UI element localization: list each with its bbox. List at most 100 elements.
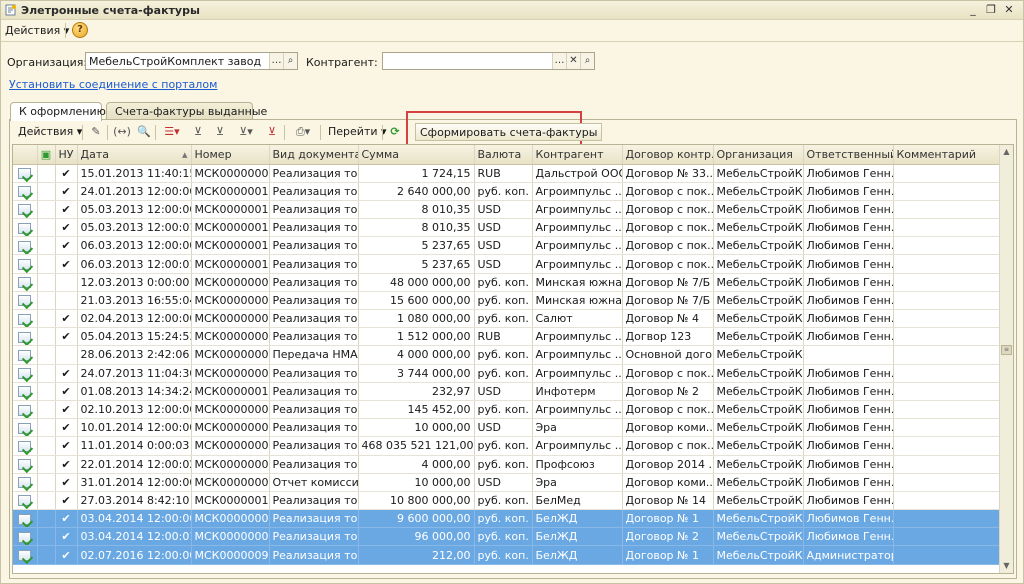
edo-cell xyxy=(37,291,56,311)
column-header-nu[interactable]: НУ xyxy=(55,145,78,165)
table-row[interactable]: 21.03.2013 16:55:04 МСК00000005 Реализация… xyxy=(13,291,1013,311)
minimize-button[interactable]: _ xyxy=(965,3,981,17)
date-cell: 24.07.2013 11:04:30 xyxy=(77,364,192,383)
select-ellipsis-button[interactable]: … xyxy=(552,53,566,69)
column-header-contract[interactable]: Договор контр... xyxy=(622,145,714,165)
table-row[interactable]: ✔ 27.03.2014 8:42:10 МСК00000015 Реализация… xyxy=(13,491,1013,511)
comment-cell xyxy=(893,382,1013,401)
goto-menu[interactable]: Перейти ▾ xyxy=(328,123,387,141)
column-header-number[interactable]: Номер xyxy=(191,145,270,165)
nu-cell: ✔ xyxy=(55,327,78,347)
help-icon[interactable]: ? xyxy=(72,22,88,38)
number-cell: МСК00000004 xyxy=(191,345,270,365)
filter-by-value-icon[interactable]: ⊻ xyxy=(212,124,228,140)
column-header-status[interactable] xyxy=(13,145,38,165)
number-cell: МСК00000002 xyxy=(191,455,270,474)
column-header-contractor[interactable]: Контрагент xyxy=(532,145,623,165)
generate-invoices-button[interactable]: Сформировать счета-фактуры xyxy=(415,123,603,141)
table-row[interactable]: ✔ 02.07.2016 12:00:00 МСК00000090 Реализаци… xyxy=(13,545,1013,565)
comment-cell xyxy=(893,455,1013,474)
table-row[interactable]: ✔ 06.03.2013 12:00:00 МСК00000011 Реализаци… xyxy=(13,236,1013,256)
table-row[interactable]: ✔ 22.01.2014 12:00:02 МСК00000002 Реализаци… xyxy=(13,455,1013,474)
table-row[interactable]: ✔ 11.01.2014 0:00:03 МСК00000004 Реализация… xyxy=(13,436,1013,456)
scroll-down-icon[interactable]: ▼ xyxy=(1000,559,1013,573)
table-row[interactable]: ✔ 05.04.2013 15:24:53 МСК00000006 Реализаци… xyxy=(13,327,1013,347)
tab-issued-invoices[interactable]: Счета-фактуры выданные xyxy=(106,102,267,120)
table-row[interactable]: ✔ 24.07.2013 11:04:30 МСК00000007 Реализаци… xyxy=(13,364,1013,383)
toggle-mode-icon[interactable]: (↔) xyxy=(111,124,133,140)
column-header-edo[interactable]: ▣ xyxy=(37,145,56,165)
column-header-currency[interactable]: Валюта xyxy=(474,145,533,165)
table-row[interactable]: ✔ 15.01.2013 11:40:15 МСК00000003 Реализаци… xyxy=(13,164,1013,183)
organization-label: Организация: xyxy=(7,56,88,69)
clear-filter-icon[interactable]: ⊻ xyxy=(264,124,280,140)
column-header-date[interactable]: Дата ▴ xyxy=(77,145,192,165)
print-icon[interactable]: ⎙▾ xyxy=(290,124,316,140)
status-cell xyxy=(13,182,38,201)
scroll-up-icon[interactable]: ▲ xyxy=(1000,145,1013,159)
organization-field[interactable]: МебельСтройКомплект завод … ⌕ xyxy=(85,52,298,70)
organization-cell: МебельСтройК... xyxy=(713,491,804,511)
sum-cell: 2 640 000,00 xyxy=(358,182,475,201)
table-row[interactable]: ✔ 06.03.2013 12:00:01 МСК00000013 Реализаци… xyxy=(13,254,1013,274)
search-icon[interactable]: ⌕ xyxy=(580,53,594,69)
scroll-thumb[interactable]: ≡ xyxy=(1001,345,1012,355)
contract-cell: Договор 2014 ... xyxy=(622,455,714,474)
document-type-cell: Реализация то... xyxy=(269,400,359,420)
tab-to-process[interactable]: К оформлению xyxy=(10,102,106,121)
column-header-comment[interactable]: Комментарий xyxy=(893,145,1013,165)
sum-cell: 5 237,65 xyxy=(358,254,475,274)
vertical-scrollbar[interactable]: ▲ ≡ ▼ xyxy=(999,145,1013,573)
currency-cell: RUB xyxy=(474,164,533,183)
edo-cell xyxy=(37,273,56,292)
table-row[interactable]: ✔ 02.04.2013 12:00:00 МСК00000008 Реализаци… xyxy=(13,309,1013,329)
search-icon[interactable]: ⌕ xyxy=(283,53,297,69)
clear-icon[interactable]: ✕ xyxy=(566,53,580,69)
column-header-responsible[interactable]: Ответственный xyxy=(803,145,894,165)
column-header-organization[interactable]: Организация xyxy=(713,145,804,165)
table-row[interactable]: ✔ 05.03.2013 12:00:01 МСК00000012 Реализаци… xyxy=(13,218,1013,238)
document-type-cell: Реализация то... xyxy=(269,218,359,238)
table-row[interactable]: ✔ 05.03.2013 12:00:00 МСК00000010 Реализаци… xyxy=(13,200,1013,220)
contractor-cell: БелМед xyxy=(532,491,623,511)
comment-cell xyxy=(893,273,1013,292)
currency-cell: руб. коп. xyxy=(474,491,533,511)
table-row[interactable]: 28.06.2013 2:42:06 МСК00000004 Передача НМ… xyxy=(13,345,1013,365)
select-ellipsis-button[interactable]: … xyxy=(269,53,283,69)
status-cell xyxy=(13,436,38,456)
contractor-field[interactable]: … ✕ ⌕ xyxy=(382,52,595,70)
currency-cell: USD xyxy=(474,200,533,220)
close-button[interactable]: ✕ xyxy=(1001,3,1017,17)
portal-connect-link[interactable]: Установить соединение с порталом xyxy=(9,78,217,91)
sort-list-icon[interactable]: ☰▾ xyxy=(160,124,184,140)
toolbar-actions-menu[interactable]: Действия ▾ xyxy=(18,123,82,141)
nu-cell: ✔ xyxy=(55,236,78,256)
table-row[interactable]: ✔ 02.10.2013 12:00:00 МСК00000009 Реализаци… xyxy=(13,400,1013,420)
column-header-document-type[interactable]: Вид документа xyxy=(269,145,359,165)
responsible-cell: Любимов Генн... xyxy=(803,309,894,329)
contract-cell: Договор с пок... xyxy=(622,436,714,456)
edit-icon[interactable]: ✎ xyxy=(88,124,104,140)
organization-cell: МебельСтройК... xyxy=(713,473,804,492)
table-row[interactable]: ✔ 01.08.2013 14:34:24 МСК00000014 Реализаци… xyxy=(13,382,1013,401)
restore-button[interactable]: ❐ xyxy=(983,3,999,17)
table-row[interactable]: ✔ 03.04.2014 12:00:01 МСК00000008 Реализаци… xyxy=(13,527,1013,547)
contract-cell: Договор № 4 xyxy=(622,309,714,329)
currency-cell: руб. коп. xyxy=(474,291,533,311)
table-row[interactable]: 12.03.2013 0:00:00 МСК00000004 Реализация … xyxy=(13,273,1013,292)
actions-menu[interactable]: Действия ▾ xyxy=(5,24,69,37)
find-icon[interactable]: 🔍 xyxy=(136,124,152,140)
column-header-sum[interactable]: Сумма xyxy=(358,145,475,165)
table-row[interactable]: ✔ 03.04.2014 12:00:00 МСК00000007 Реализаци… xyxy=(13,509,1013,529)
document-type-cell: Реализация то... xyxy=(269,364,359,383)
refresh-icon[interactable]: ⟳ xyxy=(387,124,403,140)
table-row[interactable]: ✔ 10.01.2014 12:00:00 МСК00000006 Реализаци… xyxy=(13,418,1013,438)
edo-cell xyxy=(37,473,56,492)
filter-icon[interactable]: ⊻ xyxy=(190,124,206,140)
table-row[interactable]: ✔ 24.01.2013 12:00:00 МСК00000015 Реализаци… xyxy=(13,182,1013,201)
status-cell xyxy=(13,473,38,492)
responsible-cell: Любимов Генн... xyxy=(803,327,894,347)
filter-list-icon[interactable]: ⊻▾ xyxy=(234,124,258,140)
table-row[interactable]: ✔ 31.01.2014 12:00:00 МСК00000001 Отчет ком… xyxy=(13,473,1013,492)
date-cell: 28.06.2013 2:42:06 xyxy=(77,345,192,365)
